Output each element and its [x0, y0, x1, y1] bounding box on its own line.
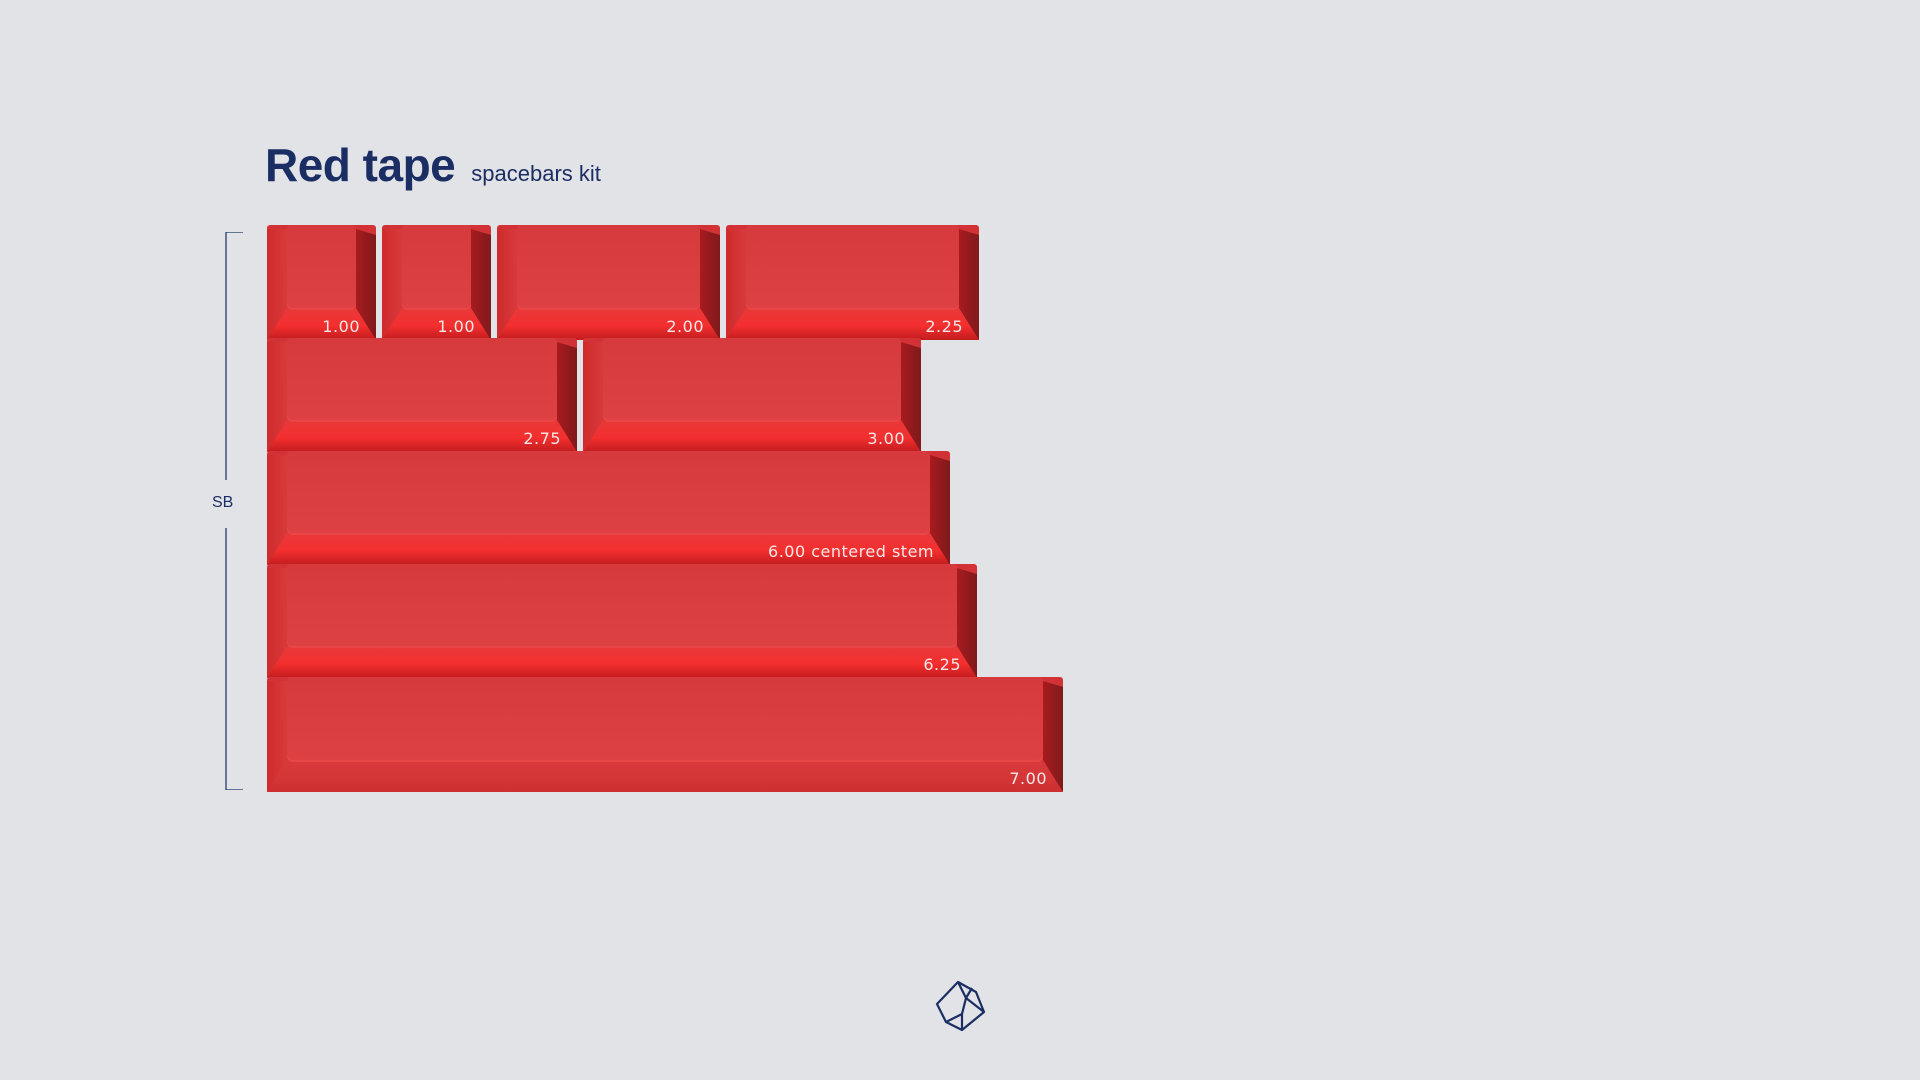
keycap-1u-a: 1.00	[267, 225, 376, 340]
keycap-size-label: 6.25	[923, 655, 961, 674]
page-title: Red tape spacebars kit	[265, 138, 601, 192]
keycap-6u-centered: 6.00 centered stem	[267, 451, 950, 565]
keycap-7u: 7.00	[267, 677, 1063, 792]
keycap-size-label: 7.00	[1009, 769, 1047, 788]
keycap-1u-b: 1.00	[382, 225, 491, 340]
keycap-size-label: 1.00	[437, 317, 475, 336]
sb-label: SB	[212, 494, 234, 511]
title-subtitle: spacebars kit	[471, 161, 601, 186]
keycap-size-label: 2.25	[925, 317, 963, 336]
keycap-2-75u: 2.75	[267, 338, 577, 452]
keycap-2-25u: 2.25	[726, 225, 979, 340]
brand-logo-icon	[935, 980, 986, 1032]
keycap-size-label: 3.00	[867, 429, 905, 448]
title-main: Red tape	[265, 139, 456, 191]
keycap-2u: 2.00	[497, 225, 720, 340]
keycap-size-label: 2.75	[523, 429, 561, 448]
keycap-6-25u: 6.25	[267, 564, 977, 678]
keycap-size-label: 6.00 centered stem	[768, 542, 934, 561]
keycap-size-label: 2.00	[666, 317, 704, 336]
keycap-3u: 3.00	[583, 338, 921, 452]
keycap-size-label: 1.00	[322, 317, 360, 336]
